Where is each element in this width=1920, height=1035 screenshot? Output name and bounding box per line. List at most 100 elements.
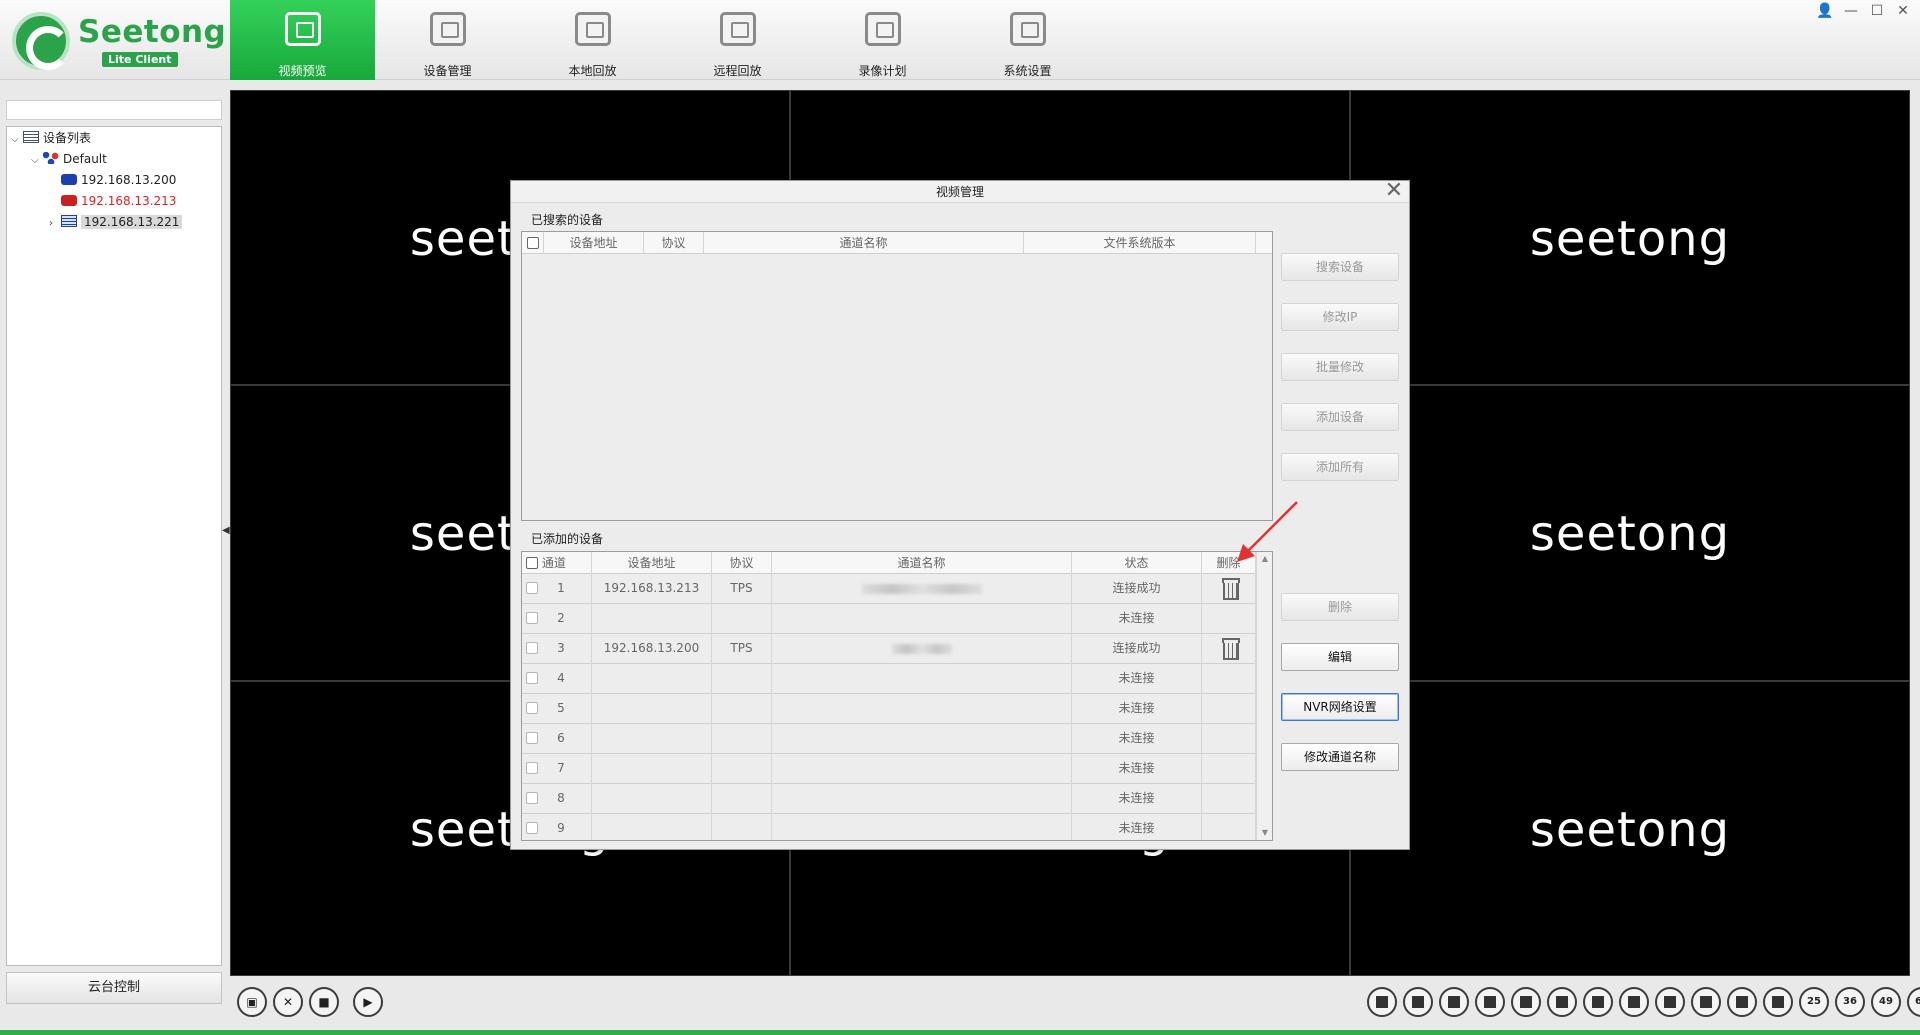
tree-device[interactable]: 192.168.13.200 xyxy=(61,171,176,189)
layout-grid-icon[interactable] xyxy=(1763,987,1793,1017)
redacted-channel-name xyxy=(861,583,982,594)
stop-all-icon[interactable]: ■ xyxy=(309,987,339,1017)
delete-button[interactable]: 删除 xyxy=(1281,593,1399,621)
select-all-checkbox[interactable] xyxy=(522,232,544,254)
add-all-button[interactable]: 添加所有 xyxy=(1281,453,1399,481)
channel-number: 7 xyxy=(557,761,565,775)
rename-channel-button[interactable]: 修改通道名称 xyxy=(1281,743,1399,771)
channel-number: 2 xyxy=(557,611,565,625)
row-checkbox[interactable] xyxy=(526,672,538,684)
tab-local-playback[interactable]: 本地回放 xyxy=(520,0,665,80)
row-checkbox[interactable] xyxy=(526,582,538,594)
layout-36-button[interactable]: 36 xyxy=(1835,987,1865,1017)
layout-grid-icon[interactable] xyxy=(1439,987,1469,1017)
cycle-icon[interactable]: ▶ xyxy=(353,987,383,1017)
search-device-button[interactable]: 搜索设备 xyxy=(1281,253,1399,281)
close-button[interactable]: ✕ xyxy=(1894,2,1912,20)
row-checkbox[interactable] xyxy=(526,702,538,714)
channel-cell: 8 xyxy=(522,784,592,814)
nvr-network-settings-button[interactable]: NVR网络设置 xyxy=(1281,693,1399,721)
protocol-cell xyxy=(712,814,772,840)
edition-badge: Lite Client xyxy=(102,52,178,67)
batch-modify-button[interactable]: 批量修改 xyxy=(1281,353,1399,381)
layout-grid-icon[interactable] xyxy=(1583,987,1613,1017)
video-cell[interactable]: seetong xyxy=(1350,90,1910,386)
layout-64-button[interactable]: 64 xyxy=(1907,987,1920,1017)
layout-grid-icon[interactable] xyxy=(1475,987,1505,1017)
status-cell: 未连接 xyxy=(1072,664,1202,694)
table-header: 通道 设备地址 协议 通道名称 状态 删除 xyxy=(522,552,1256,574)
video-cell[interactable]: seetong xyxy=(1350,680,1910,976)
layout-grid-icon[interactable] xyxy=(1727,987,1757,1017)
tab-settings[interactable]: 系统设置 xyxy=(955,0,1100,80)
device-search-input[interactable] xyxy=(6,100,222,120)
layout-grid-icon[interactable] xyxy=(1655,987,1685,1017)
user-icon[interactable]: 👤 xyxy=(1816,2,1834,20)
row-checkbox[interactable] xyxy=(526,762,538,774)
dialog-close-icon[interactable]: ✕ xyxy=(1383,180,1405,203)
layout-grid-icon[interactable] xyxy=(1547,987,1577,1017)
table-row[interactable]: 5 未连接 xyxy=(522,694,1256,724)
device-address-cell xyxy=(592,784,712,814)
tree-root[interactable]: ⌵ 设备列表 xyxy=(11,129,91,147)
table-row[interactable]: 2 未连接 xyxy=(522,604,1256,634)
col-protocol: 协议 xyxy=(712,552,772,574)
layout-49-button[interactable]: 49 xyxy=(1871,987,1901,1017)
vertical-scrollbar[interactable]: ▲ ▼ xyxy=(1256,552,1272,840)
row-checkbox[interactable] xyxy=(526,642,538,654)
status-cell: 连接成功 xyxy=(1072,574,1202,604)
status-cell: 未连接 xyxy=(1072,814,1202,840)
camera-icon xyxy=(61,195,77,206)
tree-group-default[interactable]: ⌵ Default xyxy=(31,150,107,168)
layout-grid-icon[interactable] xyxy=(1511,987,1541,1017)
chevron-down-icon[interactable]: ⌵ xyxy=(31,152,43,170)
edit-button[interactable]: 编辑 xyxy=(1281,643,1399,671)
row-checkbox[interactable] xyxy=(526,732,538,744)
ptz-control-button[interactable]: 云台控制 xyxy=(6,972,222,1004)
channel-name-cell xyxy=(772,784,1072,814)
modify-ip-button[interactable]: 修改IP xyxy=(1281,303,1399,331)
minimize-button[interactable]: — xyxy=(1842,2,1860,20)
protocol-cell xyxy=(712,694,772,724)
exit-fullscreen-icon[interactable]: ✕ xyxy=(273,987,303,1017)
collapse-panel-icon[interactable]: ◀ xyxy=(222,525,230,541)
row-checkbox[interactable] xyxy=(526,792,538,804)
video-cell[interactable]: seetong xyxy=(1350,385,1910,681)
channel-number: 9 xyxy=(557,821,565,835)
chevron-down-icon[interactable]: ⌵ xyxy=(11,131,23,149)
layout-grid-icon[interactable] xyxy=(1691,987,1721,1017)
select-all-checkbox[interactable] xyxy=(526,557,538,569)
bottom-accent-line xyxy=(0,1030,1920,1035)
chevron-right-icon[interactable]: › xyxy=(49,215,61,233)
tab-record-plan[interactable]: 录像计划 xyxy=(810,0,955,80)
row-checkbox[interactable] xyxy=(526,612,538,624)
tab-device-manage[interactable]: 设备管理 xyxy=(375,0,520,80)
tab-video-preview[interactable]: 视频预览 xyxy=(230,0,375,80)
watermark-text: seetong xyxy=(1529,801,1731,858)
device-tree: ⌵ 设备列表 ⌵ Default 192.168.13.200 192.168.13… xyxy=(6,126,222,966)
tab-remote-playback[interactable]: 远程回放 xyxy=(665,0,810,80)
fullscreen-icon[interactable]: ▣ xyxy=(237,987,267,1017)
layout-grid-icon[interactable] xyxy=(1367,987,1397,1017)
add-device-button[interactable]: 添加设备 xyxy=(1281,403,1399,431)
table-row[interactable]: 8 未连接 xyxy=(522,784,1256,814)
layout-grid-icon[interactable] xyxy=(1403,987,1433,1017)
tree-device[interactable]: › 192.168.13.221 xyxy=(49,213,183,233)
table-row[interactable]: 7 未连接 xyxy=(522,754,1256,784)
table-row[interactable]: 9 未连接 xyxy=(522,814,1256,840)
maximize-button[interactable]: ☐ xyxy=(1868,2,1886,20)
watermark-text: seetong xyxy=(1529,211,1731,267)
scroll-down-icon[interactable]: ▼ xyxy=(1257,826,1272,840)
table-row[interactable]: 4 未连接 xyxy=(522,664,1256,694)
channel-cell: 2 xyxy=(522,604,592,634)
trash-icon[interactable] xyxy=(1221,578,1240,600)
tree-device[interactable]: 192.168.13.213 xyxy=(61,192,176,210)
table-row[interactable]: 6 未连接 xyxy=(522,724,1256,754)
table-row[interactable]: 1 192.168.13.213 TPS 连接成功 xyxy=(522,574,1256,604)
layout-25-button[interactable]: 25 xyxy=(1799,987,1829,1017)
trash-icon[interactable] xyxy=(1221,638,1240,660)
device-address-cell xyxy=(592,604,712,634)
table-row[interactable]: 3 192.168.13.200 TPS 连接成功 xyxy=(522,634,1256,664)
row-checkbox[interactable] xyxy=(526,822,538,834)
layout-grid-icon[interactable] xyxy=(1619,987,1649,1017)
